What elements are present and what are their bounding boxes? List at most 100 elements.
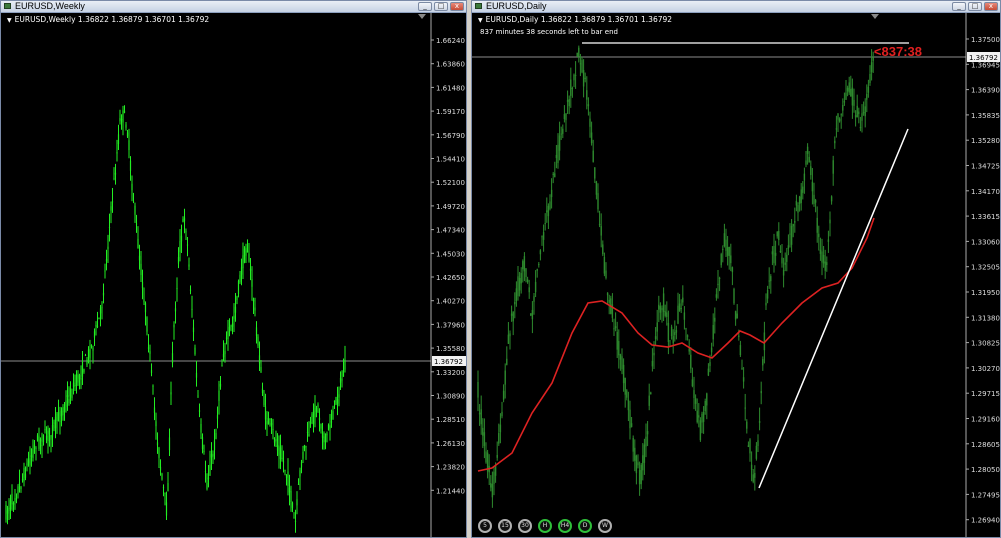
daily-price-chart[interactable]: 1.37500 1.36945 1.36390 1.35835 1.35280 1.347… xyxy=(472,13,1001,538)
candle-body xyxy=(168,437,171,451)
candle-body xyxy=(221,365,223,367)
candle-body xyxy=(520,273,522,284)
candle-body xyxy=(38,436,40,449)
candle-body xyxy=(859,127,862,129)
daily-candles xyxy=(477,45,874,508)
candle-body xyxy=(261,388,264,394)
candle-body xyxy=(643,444,646,463)
candle-body xyxy=(770,276,772,282)
candle-body xyxy=(267,418,270,425)
candle-body xyxy=(798,196,801,204)
candle-body xyxy=(170,392,172,395)
candle-body xyxy=(498,433,500,444)
timeframe-button[interactable]: W xyxy=(598,519,612,533)
minimize-button[interactable]: _ xyxy=(952,2,966,11)
candle-body xyxy=(47,430,49,442)
candle-body xyxy=(677,305,679,324)
candle-body xyxy=(592,150,594,162)
chart-shift-marker[interactable] xyxy=(871,14,879,19)
candle-body xyxy=(288,487,291,493)
candle-body xyxy=(257,336,259,346)
candle-body xyxy=(675,330,678,333)
price-tick-label: 1.33200 xyxy=(436,369,465,377)
candle-body xyxy=(862,112,865,114)
timeframe-button[interactable]: H4 xyxy=(558,519,572,533)
candle-body xyxy=(786,254,788,262)
candle-body xyxy=(165,502,168,516)
candle-body xyxy=(514,301,516,305)
candle-body xyxy=(541,236,543,238)
candle-body xyxy=(586,90,588,100)
candle-body xyxy=(672,336,674,344)
candle-body xyxy=(308,434,310,436)
candle-body xyxy=(773,245,775,264)
candle-body xyxy=(522,261,524,270)
timeframe-button[interactable]: D xyxy=(578,519,592,533)
close-button[interactable]: x xyxy=(450,2,464,11)
candle-body xyxy=(323,436,325,443)
candle-body xyxy=(856,105,858,118)
candle-body xyxy=(752,474,754,482)
daily-title-bar[interactable]: EURUSD,Daily _ □ x xyxy=(472,1,1000,13)
candle-body xyxy=(627,399,630,411)
candle-body xyxy=(24,473,27,478)
price-tick-label: 1.33615 xyxy=(971,213,1000,221)
candle-body xyxy=(71,395,73,399)
chart-shift-marker[interactable] xyxy=(418,14,426,19)
candle-body xyxy=(36,435,39,441)
timeframe-button[interactable]: 15 xyxy=(498,519,512,533)
candle-body xyxy=(224,350,226,355)
price-axis: 1.66240 1.63860 1.61480 1.59170 1.56790 1.544… xyxy=(430,13,465,537)
candle-body xyxy=(134,205,136,215)
candle-body xyxy=(27,460,30,464)
candle-body xyxy=(240,267,243,275)
candle-body xyxy=(533,296,535,302)
weekly-chart-window[interactable]: EURUSD,Weekly _ □ x 1.66240 1.63860 1.6148… xyxy=(0,0,467,538)
candle-body xyxy=(150,370,153,374)
maximize-button[interactable]: □ xyxy=(434,2,448,11)
candle-body xyxy=(66,395,69,397)
candle-body xyxy=(108,227,111,229)
candle-body xyxy=(693,390,695,399)
price-tick-label: 1.54410 xyxy=(436,156,465,164)
timeframe-button[interactable]: H xyxy=(538,519,552,533)
weekly-price-chart[interactable]: 1.66240 1.63860 1.61480 1.59170 1.56790 1.544… xyxy=(1,13,467,538)
candle-body xyxy=(83,369,85,372)
candle-body xyxy=(546,210,548,213)
candle-body xyxy=(774,252,777,256)
timeframe-button[interactable]: 30 xyxy=(518,519,532,533)
candle-body xyxy=(739,345,742,356)
candle-body xyxy=(568,99,570,107)
candle-body xyxy=(642,455,644,471)
candle-body xyxy=(314,404,316,418)
candle-body xyxy=(805,160,807,165)
candle-body xyxy=(218,390,220,401)
candle-body xyxy=(89,349,91,359)
candle-body xyxy=(341,379,343,381)
candle-body xyxy=(581,60,583,73)
candle-body xyxy=(576,52,578,57)
candle-body xyxy=(802,186,804,193)
candle-body xyxy=(734,311,737,320)
candle-body xyxy=(17,486,19,495)
candle-body xyxy=(510,313,513,316)
candle-body xyxy=(18,482,21,485)
candle-body xyxy=(654,336,657,340)
candle-body xyxy=(597,193,599,210)
candle-body xyxy=(201,437,204,450)
price-tick-label: 1.36390 xyxy=(971,87,1000,95)
candle-body xyxy=(738,335,740,338)
weekly-title-bar[interactable]: EURUSD,Weekly _ □ x xyxy=(1,1,466,13)
daily-chart-window[interactable]: EURUSD,Daily _ □ x 1.37500 1.36945 1.36390… xyxy=(471,0,1001,538)
candle-body xyxy=(342,370,345,377)
candle-body xyxy=(477,382,479,398)
candle-body xyxy=(333,400,336,402)
timeframe-button[interactable]: 5 xyxy=(478,519,492,533)
candle-body xyxy=(797,205,799,213)
maximize-button[interactable]: □ xyxy=(968,2,982,11)
candle-body xyxy=(526,279,529,283)
candle-body xyxy=(344,359,346,370)
close-button[interactable]: x xyxy=(984,2,998,11)
minimize-button[interactable]: _ xyxy=(418,2,432,11)
price-tick-label: 1.31380 xyxy=(971,314,1000,322)
